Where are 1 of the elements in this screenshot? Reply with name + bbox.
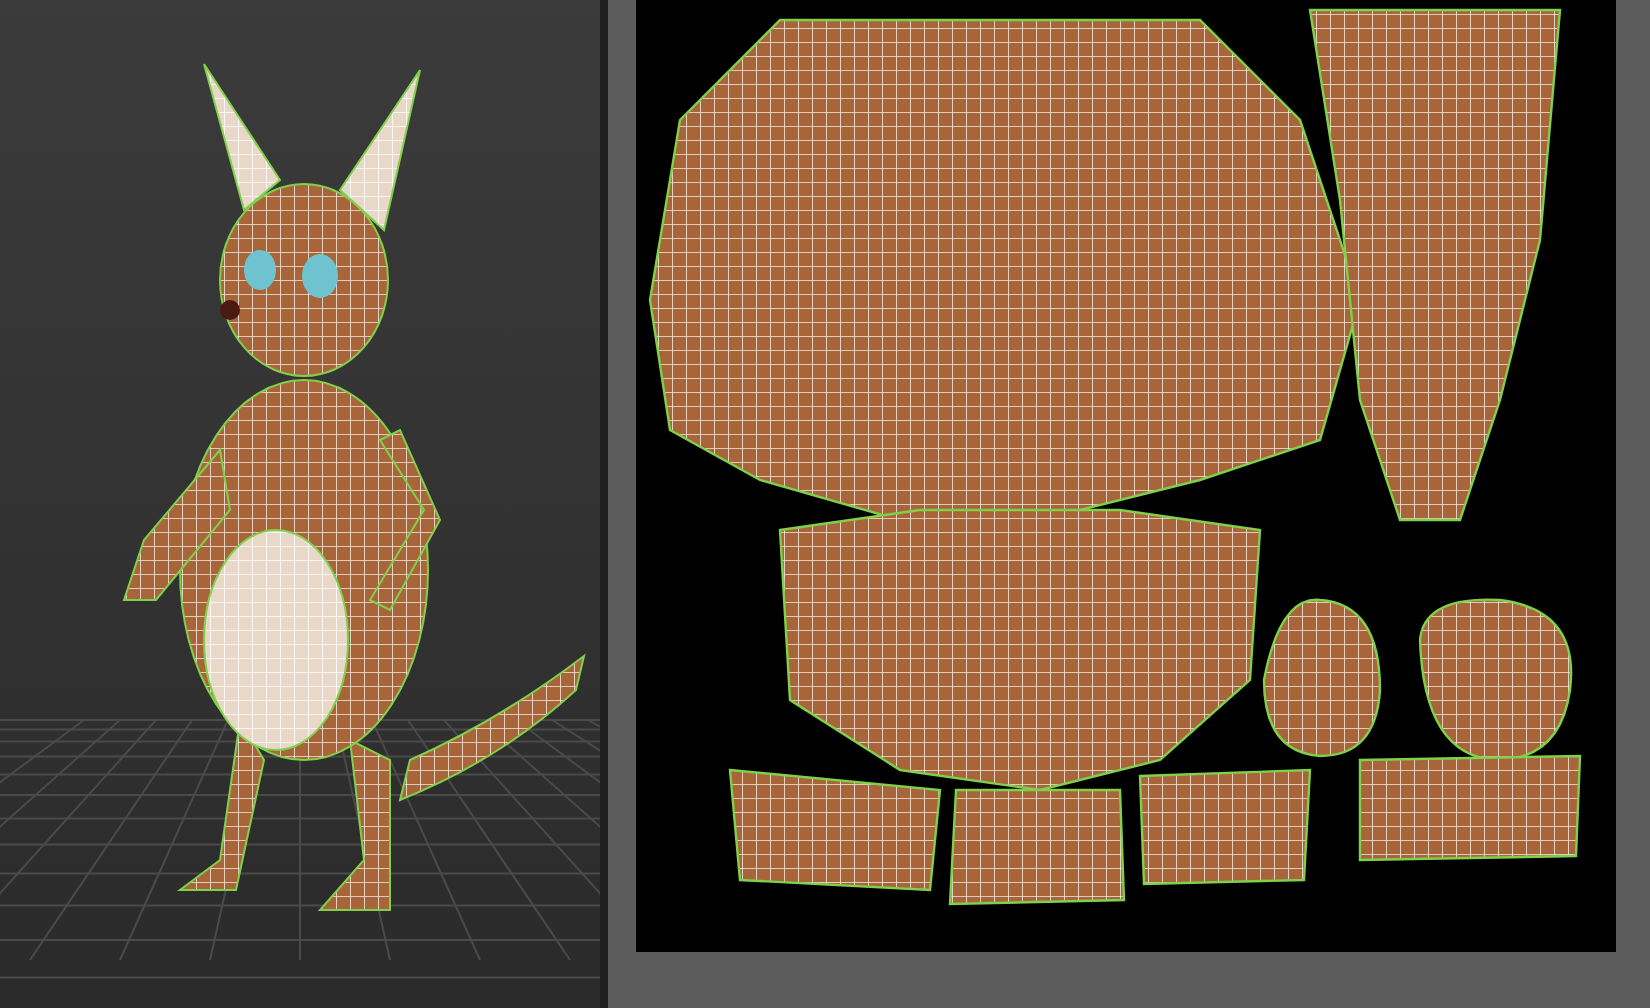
viewport-panel[interactable]: [0, 0, 600, 1008]
